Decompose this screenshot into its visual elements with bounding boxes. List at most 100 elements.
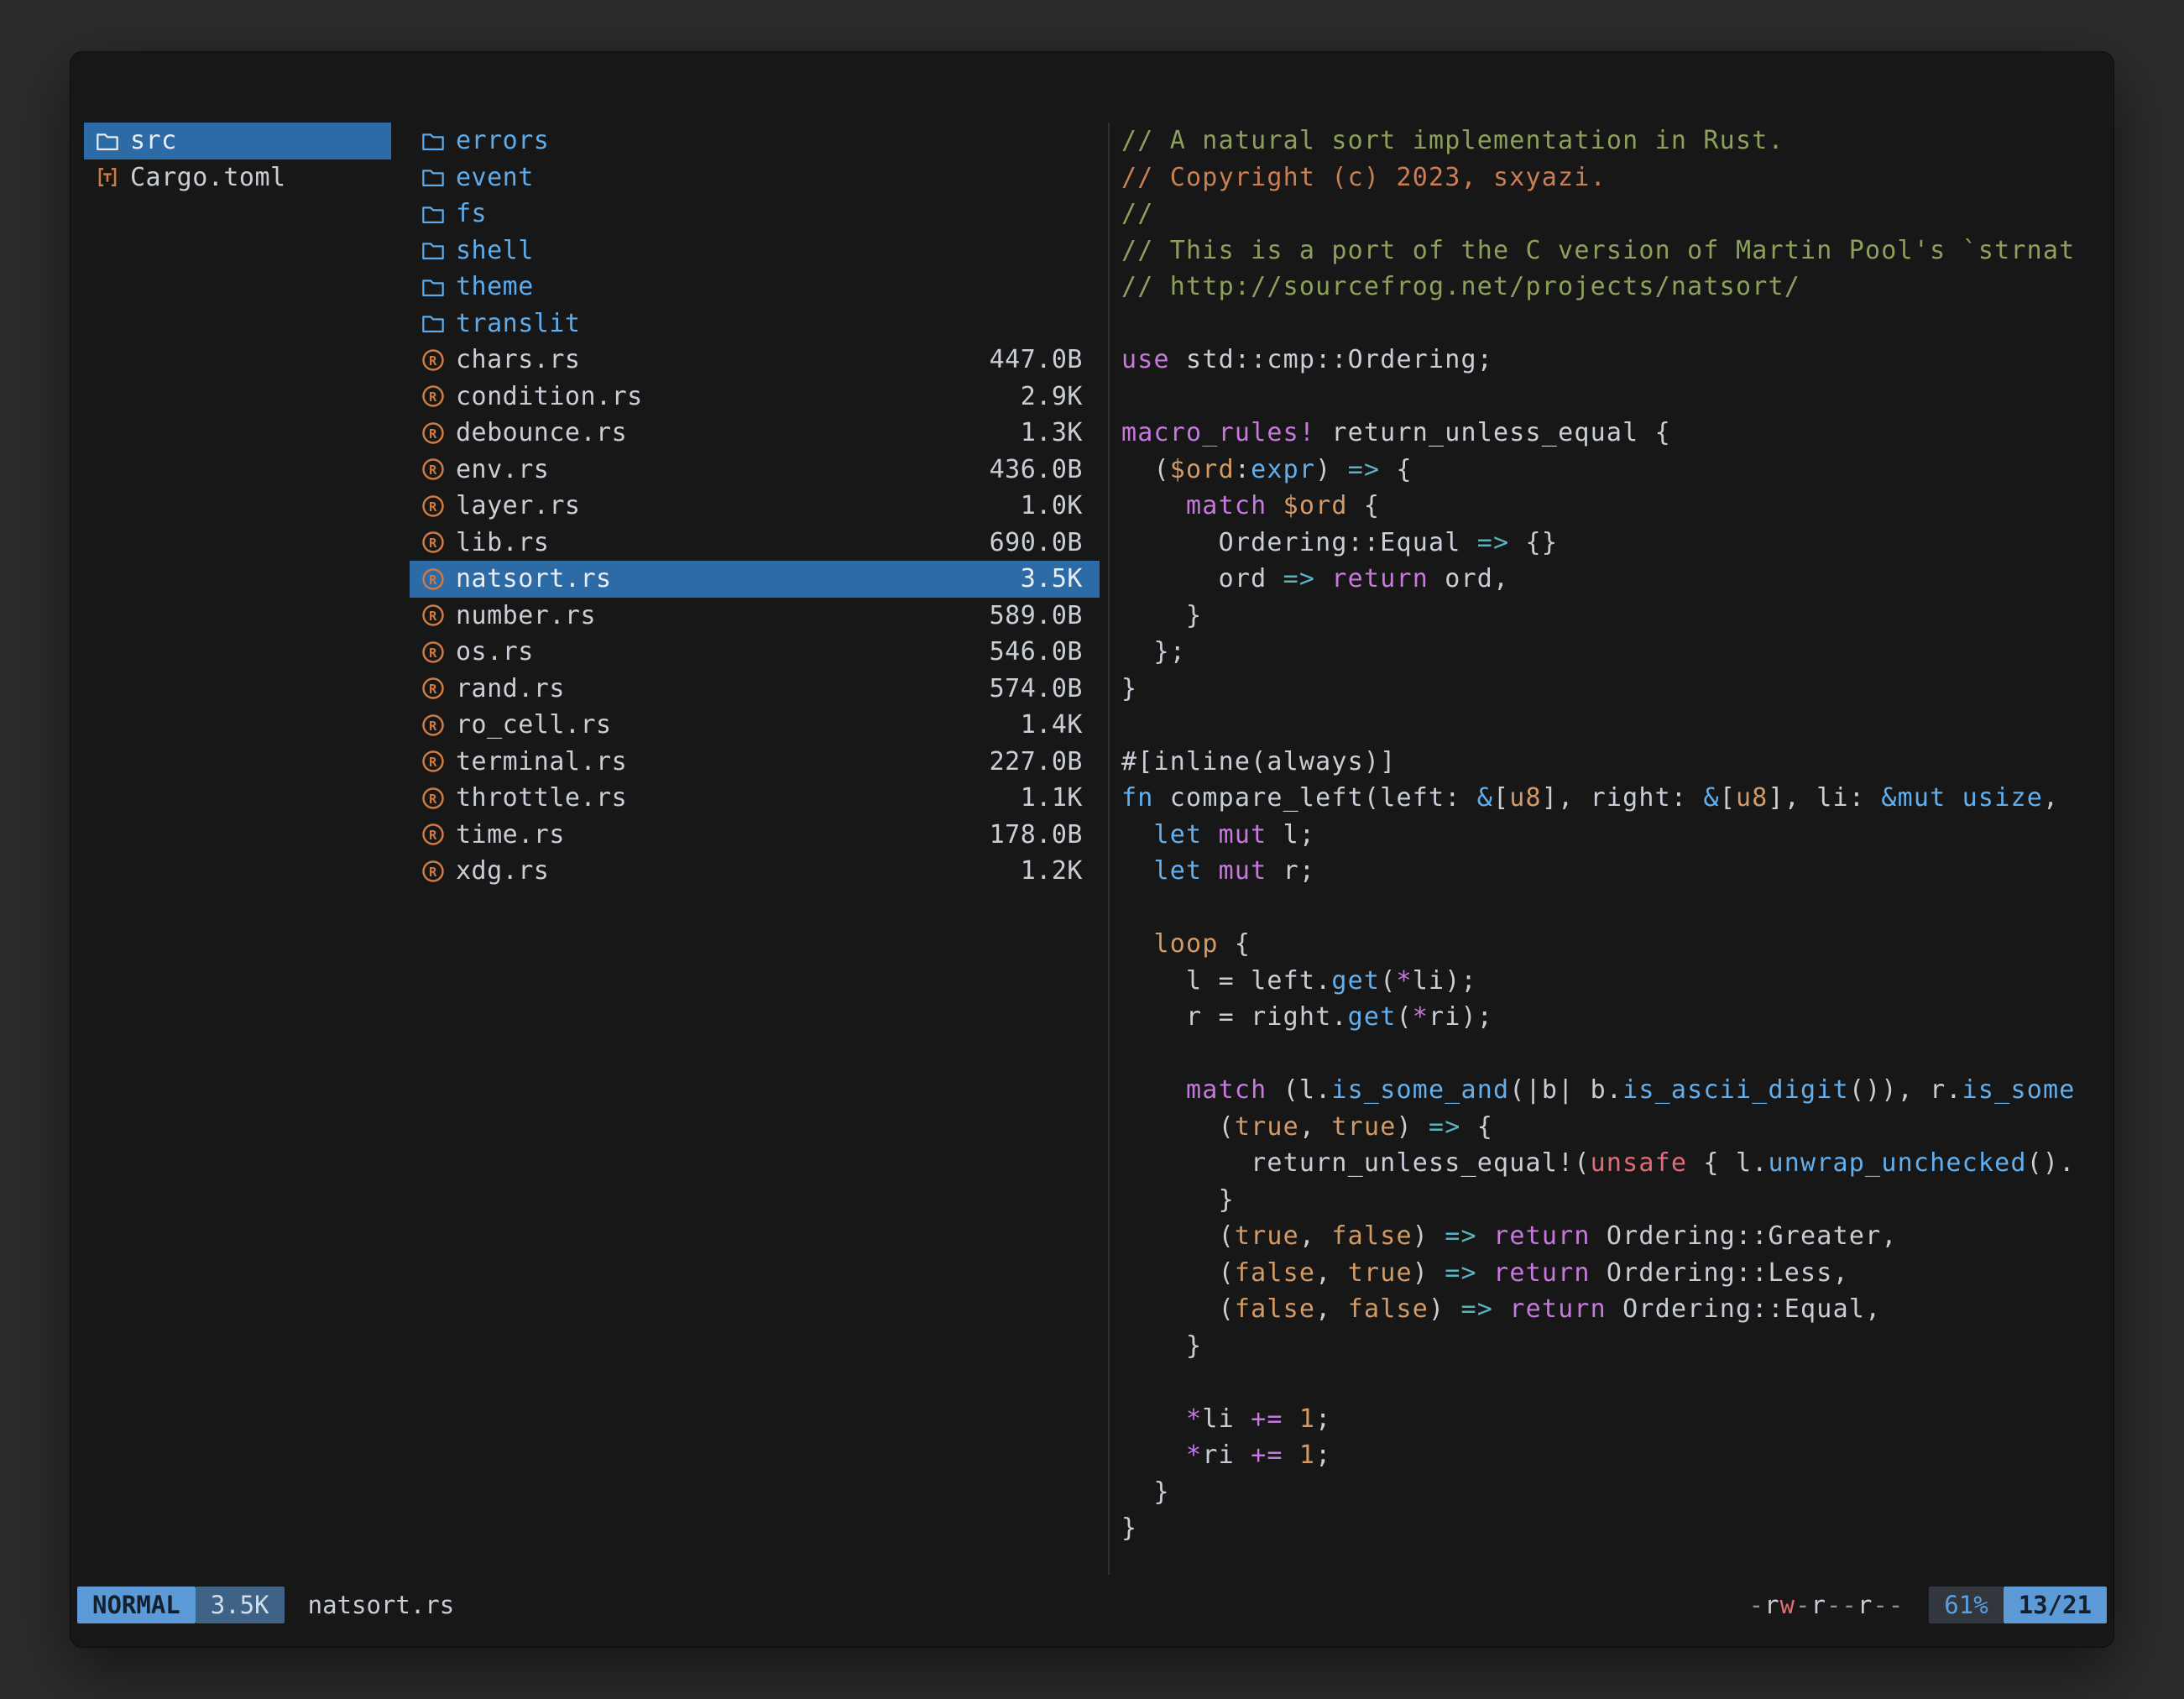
code-line: Ordering::Equal => {} <box>1121 525 2102 562</box>
file-row[interactable]: Rchars.rs447.0B <box>410 342 1100 379</box>
rust-file-icon: R <box>421 494 446 519</box>
permissions-text: -rw-r--r-- <box>1749 1591 1904 1619</box>
file-row[interactable]: Rxdg.rs1.2K <box>410 853 1100 890</box>
file-size-badge: 3.5K <box>196 1587 285 1623</box>
svg-text:R: R <box>429 609 437 624</box>
svg-text:R: R <box>429 682 437 697</box>
file-name: xdg.rs <box>456 856 549 886</box>
code-line: } <box>1121 1182 2102 1219</box>
file-row[interactable]: Rro_cell.rs1.4K <box>410 707 1100 744</box>
file-row[interactable]: Rdebounce.rs1.3K <box>410 415 1100 452</box>
code-line: let mut r; <box>1121 853 2102 890</box>
code-line: l = left.get(*li); <box>1121 963 2102 1000</box>
code-line: ($ord:expr) => { <box>1121 452 2102 489</box>
code-line: let mut l; <box>1121 817 2102 854</box>
pane-divider <box>1108 123 1110 1575</box>
code-line <box>1121 890 2102 927</box>
file-row[interactable]: Renv.rs436.0B <box>410 452 1100 489</box>
file-name: theme <box>456 272 534 301</box>
current-pane: errors event fs shell theme translitRchars.rs… <box>410 123 1100 1575</box>
code-line <box>1121 1036 2102 1073</box>
code-line: // A natural sort implementation in Rust… <box>1121 123 2102 159</box>
file-row[interactable]: Rtime.rs178.0B <box>410 817 1100 854</box>
dir-row[interactable]: errors <box>410 123 1100 159</box>
svg-text:R: R <box>429 536 437 551</box>
svg-text:R: R <box>429 719 437 734</box>
file-name: natsort.rs <box>456 564 612 593</box>
file-size: 1.3K <box>1004 418 1083 447</box>
folder-icon <box>421 128 446 154</box>
file-name: Cargo.toml <box>130 163 286 192</box>
rust-file-icon: R <box>421 421 446 446</box>
code-line: } <box>1121 1328 2102 1365</box>
svg-text:R: R <box>429 572 437 588</box>
rust-file-icon: R <box>421 822 446 847</box>
dir-row[interactable]: fs <box>410 196 1100 233</box>
code-line: match (l.is_some_and(|b| b.is_ascii_digi… <box>1121 1072 2102 1109</box>
dir-row[interactable]: theme <box>410 269 1100 306</box>
dir-row[interactable]: translit <box>410 306 1100 342</box>
cursor-position-badge: 13/21 <box>2004 1587 2107 1623</box>
file-row[interactable]: Rcondition.rs2.9K <box>410 379 1100 416</box>
file-size: 227.0B <box>973 747 1083 776</box>
dir-row[interactable]: shell <box>410 233 1100 269</box>
file-size: 589.0B <box>973 601 1083 630</box>
status-bar-right: -rw-r--r-- 61% 13/21 <box>1749 1587 2107 1623</box>
code-line: ord => return ord, <box>1121 561 2102 598</box>
file-name: condition.rs <box>456 382 643 411</box>
file-row[interactable]: Rnumber.rs589.0B <box>410 598 1100 635</box>
file-row[interactable]: Rrand.rs 574.0B <box>410 671 1100 708</box>
code-line: } <box>1121 1510 2102 1547</box>
mode-badge: NORMAL <box>77 1587 196 1623</box>
code-line: } <box>1121 671 2102 708</box>
status-bar: NORMAL 3.5K natsort.rs -rw-r--r-- 61% 13… <box>77 1587 2107 1623</box>
rust-file-icon: R <box>421 786 446 811</box>
dir-row[interactable]: event <box>410 159 1100 196</box>
code-line: return_unless_equal!(unsafe { l.unwrap_u… <box>1121 1145 2102 1182</box>
file-size: 1.0K <box>1004 491 1083 520</box>
file-row[interactable]: Rlib.rs690.0B <box>410 525 1100 562</box>
svg-text:R: R <box>429 755 437 770</box>
code-line: loop { <box>1121 926 2102 963</box>
code-line: r = right.get(*ri); <box>1121 999 2102 1036</box>
file-row[interactable]: Cargo.toml <box>84 159 391 196</box>
rust-file-icon: R <box>421 348 446 373</box>
code-line: fn compare_left(left: &[u8], right: &[u8… <box>1121 780 2102 817</box>
rust-file-icon: R <box>421 640 446 665</box>
file-size: 436.0B <box>973 455 1083 484</box>
rust-file-icon: R <box>421 859 446 884</box>
code-line: macro_rules! return_unless_equal { <box>1121 415 2102 452</box>
file-name: shell <box>456 236 534 265</box>
code-line: } <box>1121 1474 2102 1511</box>
code-line: (false, true) => return Ordering::Less, <box>1121 1255 2102 1292</box>
code-line: *li += 1; <box>1121 1401 2102 1438</box>
svg-text:R: R <box>429 828 437 843</box>
code-line: match $ord { <box>1121 488 2102 525</box>
preview-pane: // A natural sort implementation in Rust… <box>1121 123 2102 1575</box>
folder-icon <box>421 165 446 190</box>
code-line: *ri += 1; <box>1121 1437 2102 1474</box>
file-row[interactable]: Ros.rs 546.0B <box>410 634 1100 671</box>
status-filename: natsort.rs <box>308 1591 455 1619</box>
file-size: 546.0B <box>973 637 1083 667</box>
code-line: use std::cmp::Ordering; <box>1121 342 2102 379</box>
file-row[interactable]: Rlayer.rs1.0K <box>410 488 1100 525</box>
file-row[interactable]: Rthrottle.rs1.1K <box>410 780 1100 817</box>
parent-pane: src Cargo.toml <box>84 123 391 1575</box>
file-name: event <box>456 163 534 192</box>
file-row[interactable]: Rnatsort.rs 3.5K <box>410 561 1100 598</box>
code-line: // <box>1121 196 2102 233</box>
code-line <box>1121 1364 2102 1401</box>
file-name: src <box>130 126 177 155</box>
code-line: // Copyright (c) 2023, sxyazi. <box>1121 159 2102 196</box>
file-size: 574.0B <box>973 674 1083 703</box>
file-row[interactable]: Rterminal.rs 227.0B <box>410 744 1100 781</box>
code-line: // This is a port of the C version of Ma… <box>1121 233 2102 269</box>
file-name: rand.rs <box>456 674 565 703</box>
file-size: 3.5K <box>1004 564 1083 593</box>
file-name: os.rs <box>456 637 534 667</box>
file-name: terminal.rs <box>456 747 627 776</box>
rust-file-icon: R <box>421 530 446 555</box>
dir-row[interactable]: src <box>84 123 391 159</box>
file-manager-content: src Cargo.toml errors event fs shell theme tra… <box>71 52 2113 1581</box>
